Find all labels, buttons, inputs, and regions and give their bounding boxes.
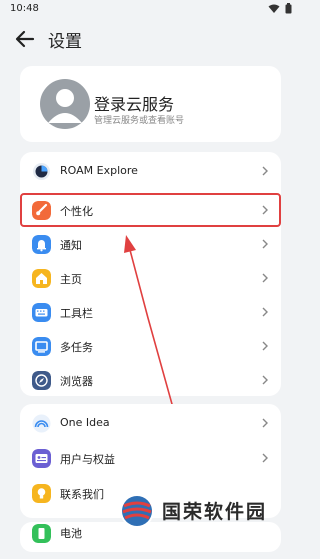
wifi-icon	[268, 4, 280, 13]
system-icons	[268, 3, 292, 14]
watermark: 国荣软件园	[118, 492, 298, 528]
bulb-icon	[32, 484, 51, 503]
header: 设置	[0, 22, 300, 56]
settings-item-one-idea[interactable]: One Idea	[20, 405, 281, 442]
settings-item-label: One Idea	[60, 416, 110, 429]
settings-item-multitask[interactable]: 多任务	[20, 328, 281, 365]
bell-icon	[32, 235, 51, 254]
roam-icon	[33, 163, 50, 180]
chevron-right-icon	[262, 341, 268, 351]
settings-item-label: 电池	[60, 527, 82, 540]
settings-item-notifications[interactable]: 通知	[20, 226, 281, 263]
settings-item-home[interactable]: 主页	[20, 260, 281, 297]
home-icon	[32, 269, 51, 288]
settings-item-user-benefits[interactable]: 用户与权益	[20, 440, 281, 477]
account-title: 登录云服务	[94, 95, 175, 114]
settings-item-label: 用户与权益	[60, 453, 115, 466]
settings-item-label: 浏览器	[60, 375, 93, 388]
settings-item-browser[interactable]: 浏览器	[20, 362, 281, 399]
settings-group-1: ROAM Explore 个性化 通知 主页 工具栏 多任务 浏览器	[20, 152, 281, 396]
status-time: 10:48	[10, 3, 39, 14]
settings-item-label: 联系我们	[60, 488, 104, 501]
globe-logo-icon	[120, 494, 154, 528]
status-bar: 10:48	[0, 0, 300, 18]
settings-item-label: 通知	[60, 239, 82, 252]
avatar-icon	[40, 79, 90, 129]
highlight-box	[20, 193, 281, 227]
battery-status-icon	[285, 3, 292, 14]
settings-item-label: 多任务	[60, 341, 93, 354]
chevron-right-icon	[262, 453, 268, 463]
settings-item-toolbar[interactable]: 工具栏	[20, 294, 281, 331]
settings-item-label: ROAM Explore	[60, 164, 138, 177]
multitask-icon	[32, 337, 51, 356]
settings-item-label: 主页	[60, 273, 82, 286]
rainbow-icon	[32, 414, 51, 433]
chevron-right-icon	[262, 273, 268, 283]
settings-item-label: 工具栏	[60, 307, 93, 320]
chevron-right-icon	[262, 418, 268, 428]
chevron-right-icon	[262, 375, 268, 385]
id-card-icon	[32, 449, 51, 468]
chevron-right-icon	[262, 239, 268, 249]
account-subtitle: 管理云服务或查看账号	[94, 116, 185, 126]
battery-icon	[32, 524, 51, 543]
chevron-right-icon	[262, 166, 268, 176]
compass-icon	[32, 371, 51, 390]
keyboard-icon	[32, 303, 51, 322]
back-arrow-icon[interactable]	[14, 28, 36, 50]
account-card[interactable]: 登录云服务 管理云服务或查看账号	[20, 66, 281, 142]
watermark-text: 国荣软件园	[162, 501, 268, 523]
chevron-right-icon	[262, 307, 268, 317]
settings-item-roam-explore[interactable]: ROAM Explore	[20, 153, 281, 190]
page-title: 设置	[48, 32, 82, 52]
